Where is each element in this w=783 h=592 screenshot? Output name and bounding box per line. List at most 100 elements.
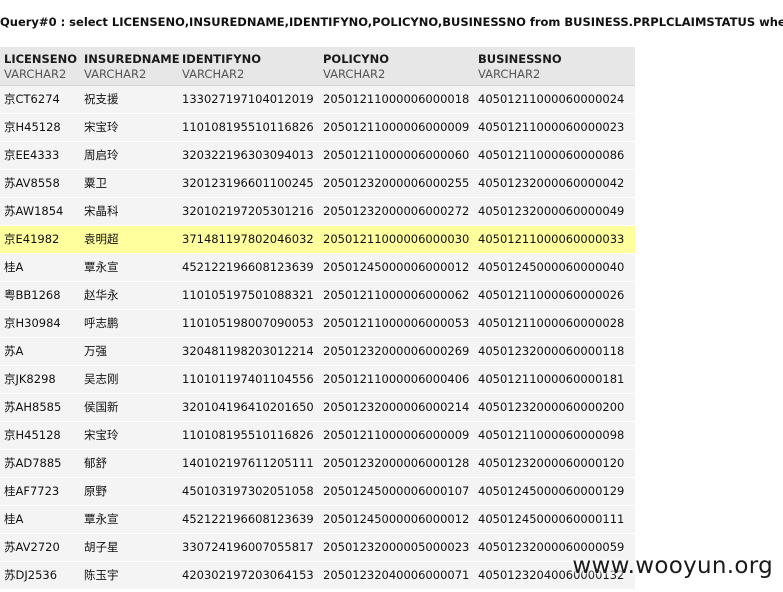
table-row: 京JK8298 吴志刚 110101197401104556 205012110000… [0,365,635,394]
table-cell: 20501232000006000255 [319,169,474,198]
table-cell: 320104196410201650 [178,393,319,422]
table-cell: 20501245000006000012 [319,253,474,282]
table-cell: 陈玉宇 [80,561,178,590]
table-cell: 371481197802046032 [178,225,319,254]
table-cell: 40501245000060000129 [474,477,635,506]
column-header-identifyno: IDENTIFYNO VARCHAR2 [178,47,319,86]
table-row: 桂AF7723 原野 450103197302051058 2050124500000… [0,477,635,506]
table-cell: 苏DJ2536 [0,561,80,590]
column-name: BUSINESSNO [478,52,562,66]
table-cell: 20501232000006000214 [319,393,474,422]
table-cell: 40501211000060000023 [474,113,635,142]
table-cell: 覃永宣 [80,505,178,534]
table-cell: 万强 [80,337,178,366]
table-cell: 110108195510116826 [178,113,319,142]
table-cell: 苏AD7885 [0,449,80,478]
table-cell: 袁明超 [80,225,178,254]
table-cell: 452122196608123639 [178,253,319,282]
table-cell: 宋晶科 [80,197,178,226]
table-cell: 京E41982 [0,225,80,254]
column-type: VARCHAR2 [182,67,245,81]
table-cell: 420302197203064153 [178,561,319,590]
table-cell: 40501211000060000086 [474,141,635,170]
table-cell: 京H30984 [0,309,80,338]
table-cell: 20501211000006000030 [319,225,474,254]
table-cell: 侯国新 [80,393,178,422]
column-type: VARCHAR2 [84,67,147,81]
table-cell: 330724196007055817 [178,533,319,562]
table-cell: 40501211000060000181 [474,365,635,394]
table-cell: 20501211000006000009 [319,421,474,450]
table-cell: 苏AV8558 [0,169,80,198]
table-cell: 40501232000060000042 [474,169,635,198]
table-cell: 20501211000006000062 [319,281,474,310]
table-cell: 20501245000006000107 [319,477,474,506]
table-row: 桂A 覃永宣 452122196608123639 20501245000006000… [0,505,635,534]
table-cell: 20501232000006000269 [319,337,474,366]
table-cell: 20501232000005000023 [319,533,474,562]
column-header-licenseno: LICENSENO VARCHAR2 [0,47,80,86]
table-cell: 140102197611205111 [178,449,319,478]
table-row: 苏AH8585 侯国新 320104196410201650 205012320000… [0,393,635,422]
column-name: IDENTIFYNO [182,52,262,66]
table-cell: 110108195510116826 [178,421,319,450]
table-cell: 320481198203012214 [178,337,319,366]
table-cell: 胡子星 [80,533,178,562]
table-cell: 京EE4333 [0,141,80,170]
column-header-businessno: BUSINESSNO VARCHAR2 [474,47,635,86]
table-cell: 450103197302051058 [178,477,319,506]
table-cell: 40501211000060000033 [474,225,635,254]
table-cell: 桂AF7723 [0,477,80,506]
table-row: 京H45128 宋宝玲 110108195510116826 205012110000… [0,421,635,450]
table-cell: 原野 [80,477,178,506]
header-row: LICENSENO VARCHAR2 INSUREDNAME VARCHAR2 … [0,47,635,86]
table-cell: 320102197205301216 [178,197,319,226]
table-cell: 20501232000006000128 [319,449,474,478]
watermark: www.wooyun.org [572,553,773,579]
table-cell: 覃永宣 [80,253,178,282]
table-row: 京E41982 袁明超 371481197802046032 205012110000… [0,225,635,254]
table-row: 苏AD7885 郁舒 140102197611205111 2050123200000… [0,449,635,478]
table-cell: 祝支援 [80,85,178,114]
table-cell: 452122196608123639 [178,505,319,534]
column-header-policyno: POLICYNO VARCHAR2 [319,47,474,86]
table-row: 京EE4333 周启玲 320322196303094013 205012110000… [0,141,635,170]
table-cell: 110105197501088321 [178,281,319,310]
table-cell: 郁舒 [80,449,178,478]
table-cell: 粟卫 [80,169,178,198]
table-cell: 20501211000006000060 [319,141,474,170]
table-cell: 110101197401104556 [178,365,319,394]
table-cell: 苏AH8585 [0,393,80,422]
column-name: INSUREDNAME [84,52,180,66]
table-cell: 粤BB1268 [0,281,80,310]
table-cell: 宋宝玲 [80,421,178,450]
table-cell: 40501211000060000024 [474,85,635,114]
table-cell: 320123196601100245 [178,169,319,198]
table-cell: 40501211000060000026 [474,281,635,310]
table-cell: 40501245000060000111 [474,505,635,534]
column-type: VARCHAR2 [478,67,541,81]
table-cell: 苏A [0,337,80,366]
table-cell: 40501211000060000098 [474,421,635,450]
table-row: 苏DJ2536 陈玉宇 420302197203064153 205012320400… [0,561,635,590]
table-cell: 40501232000060000200 [474,393,635,422]
table-cell: 苏AV2720 [0,533,80,562]
table-cell: 周启玲 [80,141,178,170]
table-row: 京CT6274 祝支援 133027197104012019 205012110000… [0,85,635,114]
table-cell: 京H45128 [0,113,80,142]
column-header-insuredname: INSUREDNAME VARCHAR2 [80,47,180,86]
query-result-page: Query#0 : select LICENSENO,INSUREDNAME,I… [0,0,783,592]
table-cell: 40501211000060000028 [474,309,635,338]
table-row: 苏A 万强 320481198203012214 205012320000060002… [0,337,635,366]
table-cell: 20501232000006000272 [319,197,474,226]
table-row: 京H45128 宋宝玲 110108195510116826 205012110000… [0,113,635,142]
table-cell: 20501211000006000018 [319,85,474,114]
table-cell: 吴志刚 [80,365,178,394]
table-cell: 宋宝玲 [80,113,178,142]
table-cell: 20501232040006000071 [319,561,474,590]
column-name: POLICYNO [323,52,389,66]
column-name: LICENSENO [4,52,78,66]
table-cell: 京H45128 [0,421,80,450]
table-cell: 京CT6274 [0,85,80,114]
table-cell: 桂A [0,253,80,282]
